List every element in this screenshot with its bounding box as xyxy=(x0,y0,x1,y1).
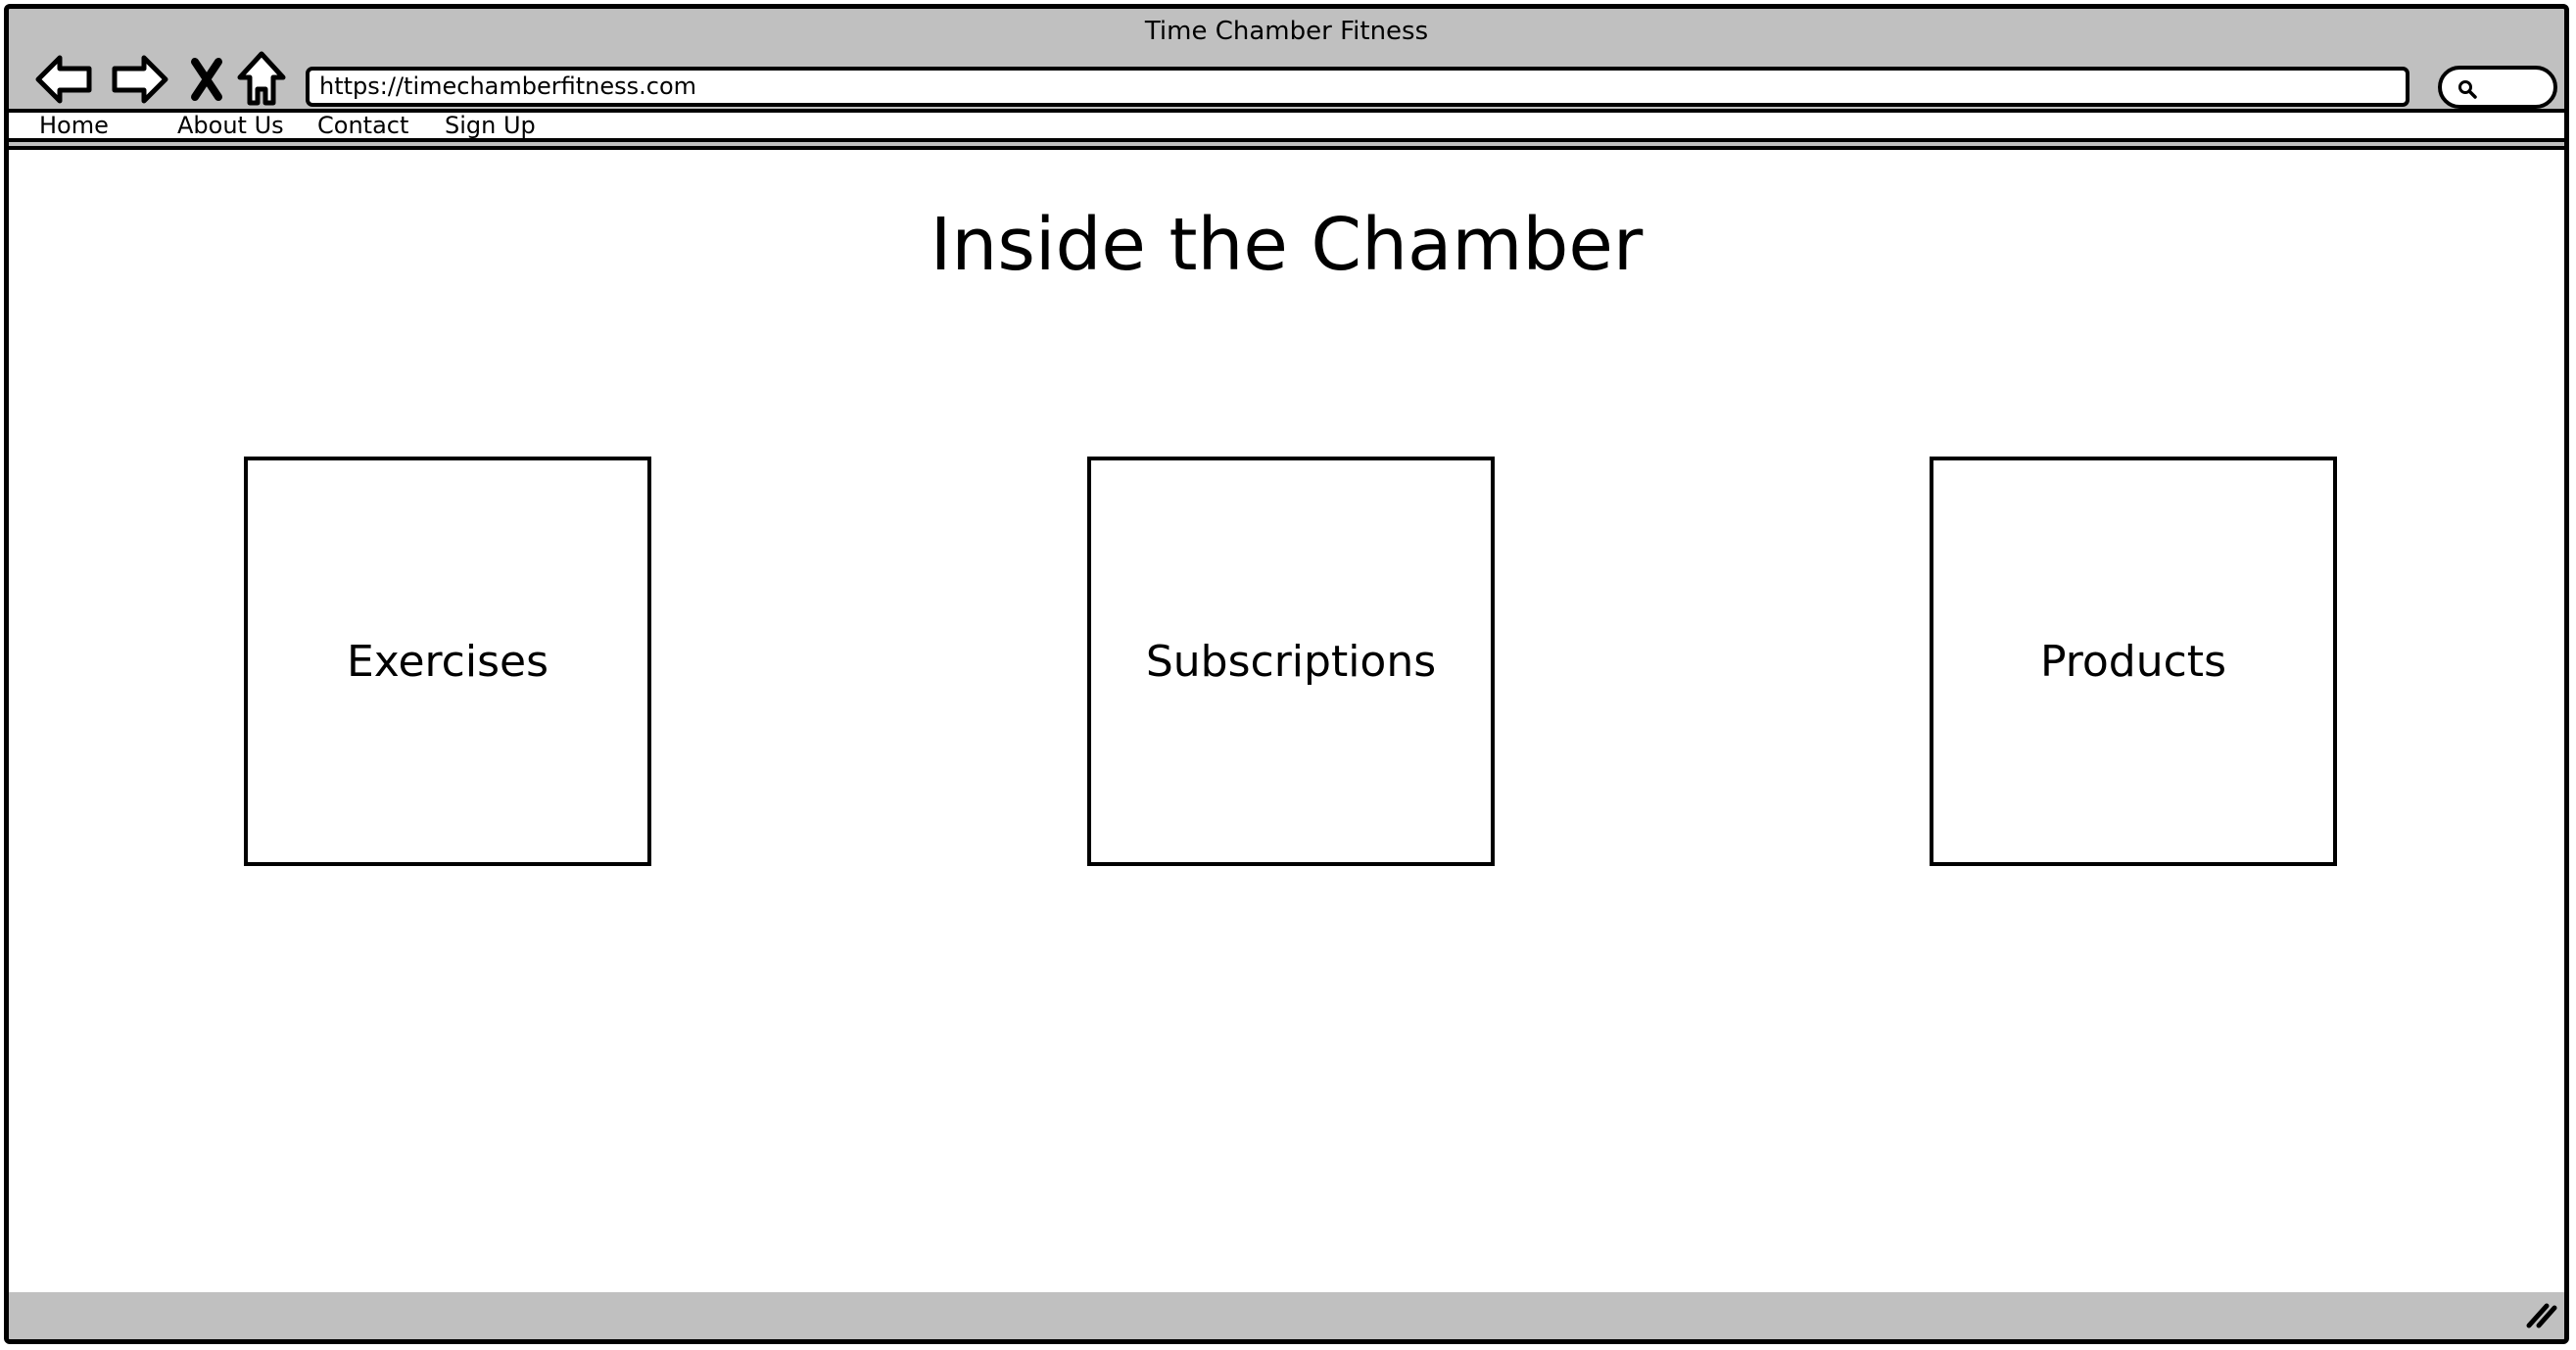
status-bar xyxy=(9,1292,2564,1339)
card-label: Subscriptions xyxy=(1145,636,1437,687)
back-arrow-icon xyxy=(34,50,95,109)
address-bar[interactable]: https://timechamberfitness.com xyxy=(306,67,2409,107)
back-button[interactable] xyxy=(34,50,95,109)
menu-item-home[interactable]: Home xyxy=(39,113,109,138)
search-button[interactable] xyxy=(2438,66,2557,109)
search-icon xyxy=(2457,79,2477,103)
card-exercises[interactable]: Exercises xyxy=(244,457,651,866)
browser-window: Time Chamber Fitness https://timechamber… xyxy=(4,4,2569,1344)
page-content: Inside the Chamber Exercises Subscriptio… xyxy=(9,146,2564,1302)
stop-button[interactable] xyxy=(187,50,226,109)
window-title: Time Chamber Fitness xyxy=(1144,17,1429,46)
menu-item-contact[interactable]: Contact xyxy=(317,113,408,138)
menu-item-sign-up[interactable]: Sign Up xyxy=(445,113,536,138)
home-icon xyxy=(236,50,287,109)
page-title: Inside the Chamber xyxy=(930,203,1644,287)
home-button[interactable] xyxy=(236,50,287,109)
card-label: Exercises xyxy=(346,636,549,687)
navigation-buttons xyxy=(34,50,289,109)
card-subscriptions[interactable]: Subscriptions xyxy=(1087,457,1495,866)
forward-button[interactable] xyxy=(109,50,169,109)
card-products[interactable]: Products xyxy=(1930,457,2337,866)
menu-bar: Home About Us Contact Sign Up xyxy=(9,109,2564,142)
close-icon xyxy=(187,50,226,109)
resize-grip-icon[interactable] xyxy=(2523,1298,2558,1333)
card-label: Products xyxy=(2040,636,2226,687)
forward-arrow-icon xyxy=(109,50,169,109)
menu-item-about-us[interactable]: About Us xyxy=(177,113,284,138)
